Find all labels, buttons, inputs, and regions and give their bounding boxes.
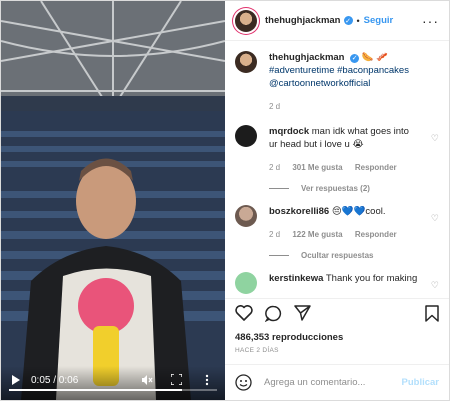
views-count[interactable]: 486,353 reproducciones	[225, 332, 449, 343]
avatar[interactable]	[235, 9, 257, 32]
posted-time: HACE 2 DÍAS	[235, 347, 279, 354]
view-replies-button[interactable]: Ver respuestas (2)	[269, 184, 439, 193]
view-replies-label: Ver respuestas (2)	[301, 184, 370, 193]
comment-username[interactable]: kerstinkewa	[269, 273, 323, 284]
comment-text: Thank you for making	[325, 273, 418, 284]
divider	[269, 255, 289, 256]
verified-badge-icon: ✓	[350, 54, 360, 63]
like-button[interactable]	[235, 305, 253, 326]
video-controls: 0:05 / 0:06	[1, 366, 225, 400]
play-button[interactable]	[11, 375, 21, 385]
hide-replies-button[interactable]: Ocultar respuestas	[269, 251, 439, 260]
play-icon	[12, 375, 20, 385]
comment-icon	[264, 305, 282, 322]
publish-button[interactable]: Publicar	[402, 377, 440, 388]
stadium-seats-image	[1, 111, 225, 400]
like-comment-icon[interactable]: ♡	[431, 213, 439, 224]
follow-button[interactable]: Seguir	[364, 15, 394, 26]
fullscreen-icon	[171, 374, 182, 385]
caption-hashtags[interactable]: #adventuretime #baconpancakes	[269, 65, 409, 76]
comment-age: 2 d	[269, 163, 281, 172]
fullscreen-button[interactable]	[171, 374, 182, 385]
post-sidebar: thehughjackman ✓ • Seguir ··· thehughjac…	[225, 1, 449, 400]
list-item: boszkorelli86 😔💙💙cool. 2 d 122 Me gusta …	[235, 205, 439, 241]
comment-button[interactable]	[264, 305, 282, 327]
commenter-avatar[interactable]	[235, 272, 257, 294]
comment-username[interactable]: boszkorelli86	[269, 206, 329, 217]
heart-icon	[235, 305, 253, 321]
video-progress-bar[interactable]	[9, 389, 217, 391]
caption-username[interactable]: thehughjackman	[269, 52, 345, 63]
add-comment-bar: Publicar	[225, 364, 449, 400]
reply-button[interactable]: Responder	[355, 230, 397, 239]
comment-username[interactable]: mqrdock	[269, 126, 309, 137]
commenter-avatar[interactable]	[235, 205, 257, 227]
stadium-roof-image	[1, 1, 225, 111]
separator-dot: •	[356, 15, 360, 26]
save-button[interactable]	[425, 304, 439, 327]
comment-likes[interactable]: 122 Me gusta	[292, 230, 342, 239]
reply-button[interactable]: Responder	[355, 163, 397, 172]
post-modal: 0:05 / 0:06 thehughjackman ✓ • Seguir ··…	[0, 0, 450, 401]
list-item: mqrdock man idk what goes into ur head b…	[235, 125, 439, 174]
caption-age: 2 d	[269, 102, 281, 111]
send-icon	[294, 305, 311, 321]
verified-badge-icon: ✓	[343, 16, 353, 25]
video-player[interactable]: 0:05 / 0:06	[1, 1, 225, 400]
video-more-button[interactable]	[205, 374, 209, 386]
comments-list[interactable]: thehughjackman ✓ 🌭 🥓 #adventuretime #bac…	[225, 41, 449, 298]
like-comment-icon[interactable]: ♡	[431, 280, 439, 291]
hide-replies-label: Ocultar respuestas	[301, 251, 374, 260]
emoji-icon[interactable]	[235, 374, 252, 391]
list-item: kerstinkewa Thank you for making ♡	[235, 272, 439, 294]
bookmark-icon	[425, 304, 439, 322]
like-comment-icon[interactable]: ♡	[431, 133, 439, 144]
share-button[interactable]	[294, 305, 311, 326]
mute-button[interactable]	[141, 374, 153, 386]
more-options-icon[interactable]: ···	[422, 13, 439, 29]
caption-mention[interactable]: @cartoonnetworkofficial	[269, 78, 370, 89]
post-header: thehughjackman ✓ • Seguir ···	[225, 1, 449, 41]
comment-text: 😔💙💙cool.	[331, 206, 386, 217]
comment-likes[interactable]: 301 Me gusta	[292, 163, 342, 172]
action-bar	[225, 298, 449, 332]
commenter-avatar[interactable]	[235, 125, 257, 147]
caption-emoji: 🌭 🥓	[361, 52, 389, 63]
caption-avatar[interactable]	[235, 51, 257, 73]
more-vertical-icon	[205, 374, 209, 386]
divider	[269, 188, 289, 189]
comment-age: 2 d	[269, 230, 281, 239]
comment-input[interactable]	[262, 376, 402, 389]
video-time: 0:05 / 0:06	[31, 375, 79, 386]
video-progress-fill	[9, 389, 182, 391]
header-username[interactable]: thehughjackman	[265, 15, 341, 26]
mute-icon	[142, 375, 153, 385]
caption: thehughjackman ✓ 🌭 🥓 #adventuretime #bac…	[235, 51, 439, 113]
